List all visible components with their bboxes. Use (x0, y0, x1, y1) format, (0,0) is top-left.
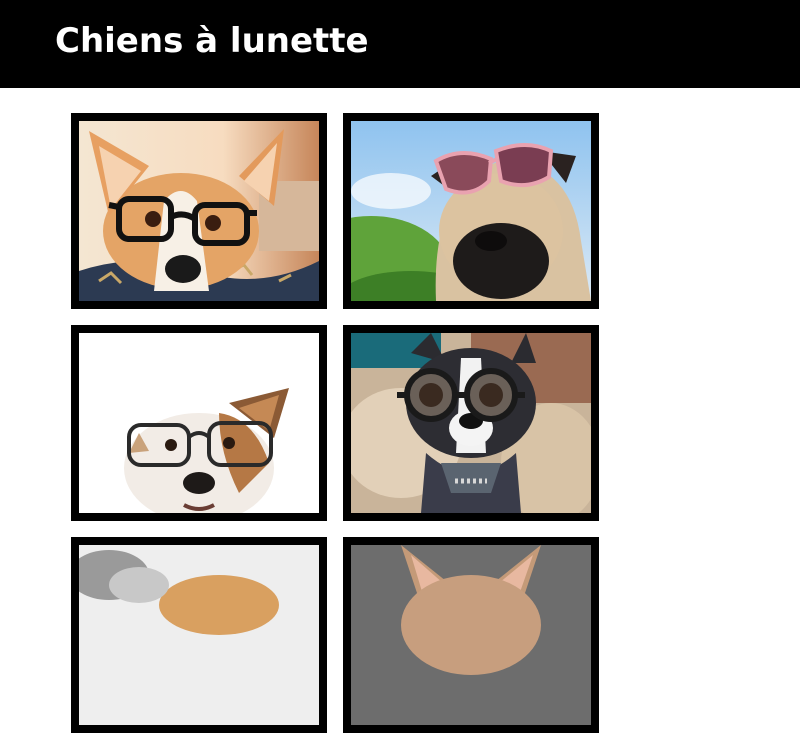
gallery-card-french-bulldog[interactable] (343, 537, 599, 733)
gallery-card-pug[interactable] (343, 113, 599, 309)
french-bulldog-photo-partial (351, 545, 591, 725)
gallery-card-corgi[interactable] (71, 113, 327, 309)
page-header: Chiens à lunette (0, 0, 800, 88)
corgi-glasses-photo (79, 121, 319, 301)
photo-gallery (0, 88, 800, 733)
boston-terrier-goggles-photo (351, 333, 591, 513)
terrier-glasses-photo (79, 333, 319, 513)
gallery-card-boston-terrier[interactable] (343, 325, 599, 521)
page-title: Chiens à lunette (55, 21, 369, 61)
gallery-card-terrier[interactable] (71, 325, 327, 521)
gallery-card-dog-5[interactable] (71, 537, 327, 733)
dog-photo-partial (79, 545, 319, 725)
pug-sunglasses-photo (351, 121, 591, 301)
